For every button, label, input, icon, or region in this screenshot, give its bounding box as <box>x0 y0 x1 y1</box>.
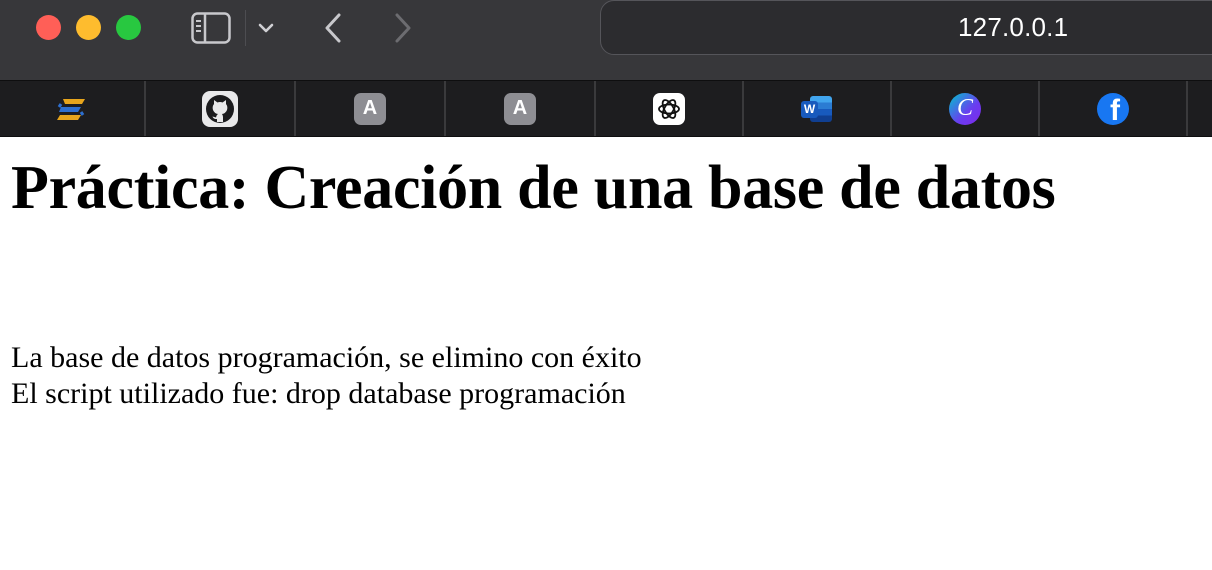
address-bar-url[interactable]: 127.0.0.1 <box>958 12 1068 43</box>
result-message: La base de datos programación, se elimin… <box>11 341 642 374</box>
favorite-item[interactable] <box>146 81 294 136</box>
letter-a-icon: A <box>354 92 386 125</box>
favorite-letter: W <box>803 102 816 116</box>
favorite-divider <box>1186 81 1188 136</box>
favorite-letter: C <box>956 95 973 121</box>
address-bar[interactable] <box>600 0 1212 55</box>
favorite-letter: A <box>362 97 378 119</box>
openai-icon <box>653 92 685 125</box>
sidebar-icon <box>191 12 231 44</box>
forward-button[interactable] <box>385 8 421 48</box>
page-content: Práctica: Creación de una base de datos … <box>0 137 1212 570</box>
minimize-window-button[interactable] <box>76 15 101 40</box>
favorite-item[interactable] <box>596 81 742 136</box>
chevron-down-icon <box>258 23 274 33</box>
favorite-item[interactable]: A <box>446 81 594 136</box>
page-title: Práctica: Creación de una base de datos <box>11 154 1056 222</box>
sidebar-toggle-button[interactable] <box>186 10 236 46</box>
favorites-bar: A A W C f <box>0 80 1212 137</box>
browser-titlebar: 127.0.0.1 <box>0 0 1212 80</box>
back-button[interactable] <box>315 8 351 48</box>
toolbar-separator <box>245 10 246 46</box>
maximize-window-button[interactable] <box>116 15 141 40</box>
favorite-item[interactable] <box>0 81 144 136</box>
favorite-item[interactable]: W <box>744 81 890 136</box>
favorite-letter: A <box>512 97 528 119</box>
favorite-item[interactable]: f <box>1040 81 1186 136</box>
brand-s-icon <box>57 98 85 120</box>
canva-icon: C <box>949 92 981 125</box>
github-icon <box>202 90 238 127</box>
back-arrow-icon <box>325 13 341 43</box>
favorite-item[interactable]: C <box>892 81 1038 136</box>
close-window-button[interactable] <box>36 15 61 40</box>
letter-a-icon: A <box>504 92 536 125</box>
facebook-icon: f <box>1097 92 1129 125</box>
forward-arrow-icon <box>395 13 411 43</box>
script-message: El script utilizado fue: drop database p… <box>11 377 626 410</box>
sidebar-menu-button[interactable] <box>252 12 280 44</box>
word-icon: W <box>800 94 834 124</box>
favorite-item[interactable]: A <box>296 81 444 136</box>
favorite-letter: f <box>1110 93 1120 125</box>
